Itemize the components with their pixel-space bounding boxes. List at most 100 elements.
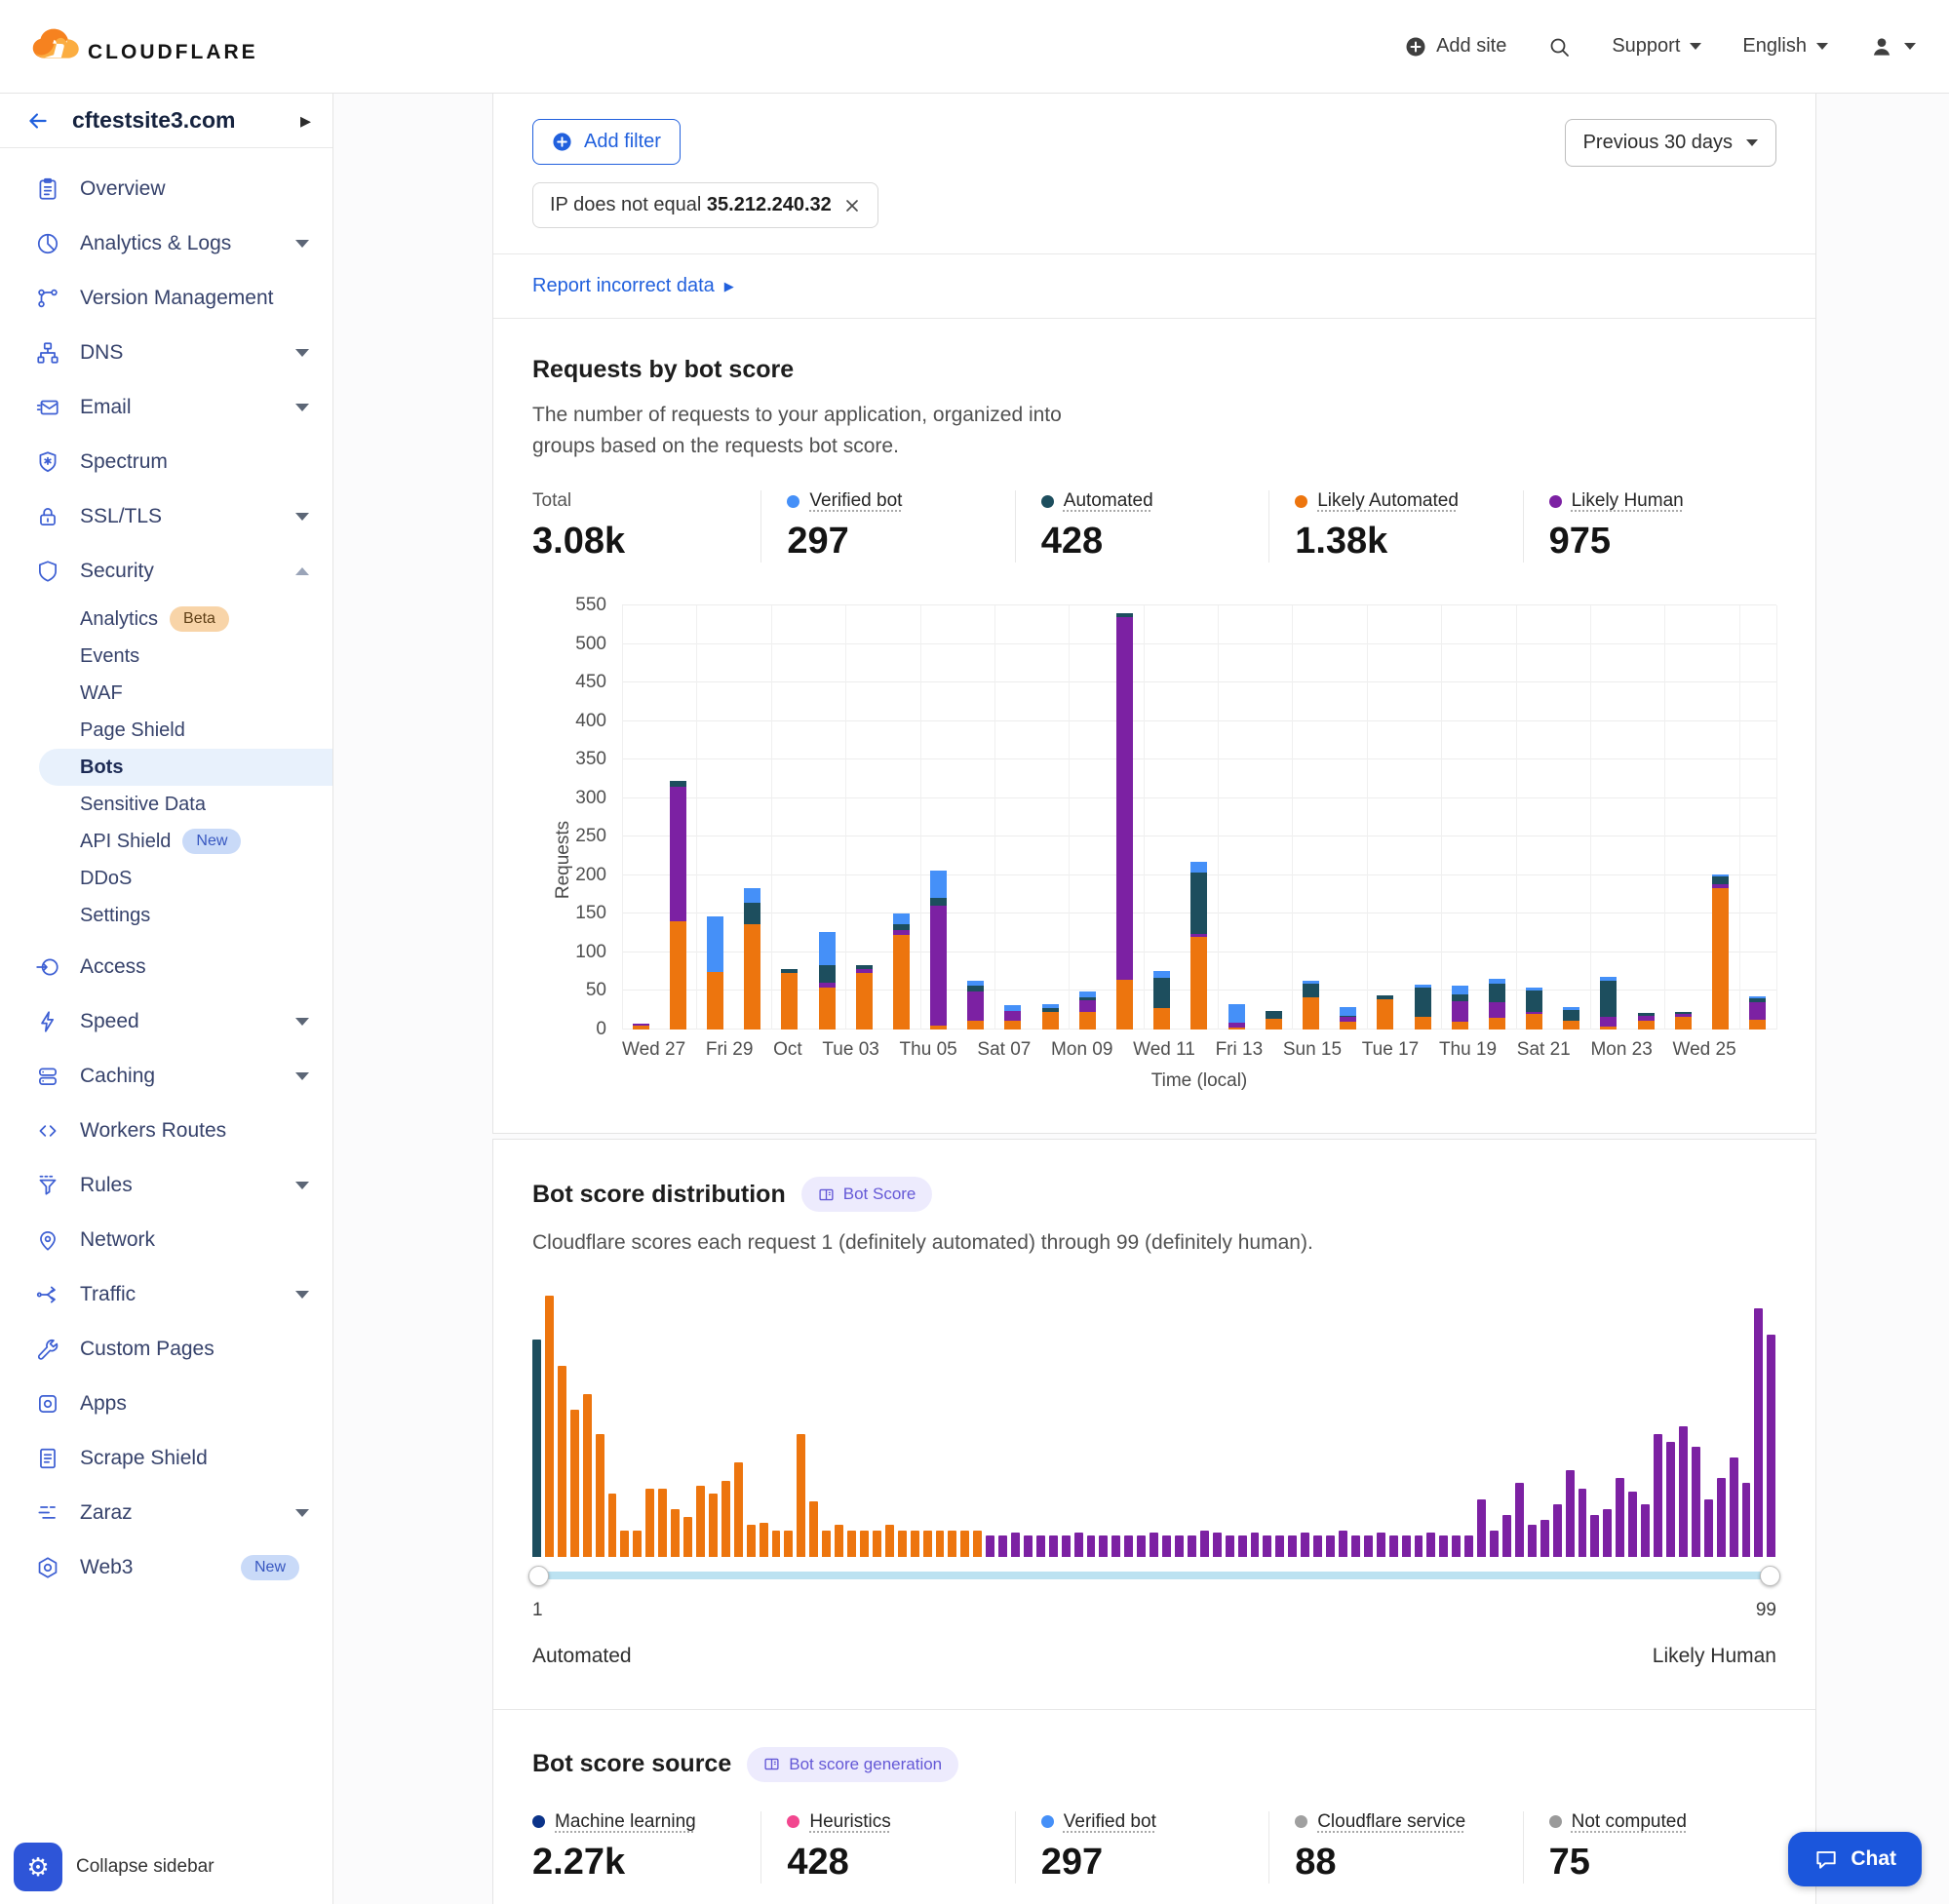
sidebar-item-page-shield[interactable]: Page Shield xyxy=(0,712,332,749)
sidebar-item-label: Speed xyxy=(80,1010,295,1033)
sidebar-item-version-management[interactable]: Version Management xyxy=(0,271,332,326)
stat-label[interactable]: Likely Automated xyxy=(1317,490,1459,512)
sidebar-item-analytics-logs[interactable]: Analytics & Logs xyxy=(0,216,332,271)
add-filter-button[interactable]: Add filter xyxy=(532,119,681,165)
bar-slot xyxy=(957,605,994,1030)
search-button[interactable] xyxy=(1547,35,1571,58)
hist-bar-likely-automated xyxy=(645,1489,654,1557)
sidebar-item-analytics[interactable]: AnalyticsBeta xyxy=(0,601,332,638)
x-tick-label: Wed 27 xyxy=(622,1039,685,1061)
slider-handle-min[interactable] xyxy=(528,1566,549,1586)
bot-score-badge[interactable]: Bot Score xyxy=(801,1177,933,1212)
sidebar-item-apps[interactable]: Apps xyxy=(0,1377,332,1431)
back-arrow-icon[interactable] xyxy=(25,108,51,134)
hist-bar-likely-automated xyxy=(923,1531,932,1557)
bot-score-generation-badge[interactable]: Bot score generation xyxy=(747,1747,958,1782)
stat-automated: Automated428 xyxy=(1015,490,1268,563)
stat-label[interactable]: Heuristics xyxy=(809,1811,890,1833)
stat-label[interactable]: Likely Human xyxy=(1572,490,1684,512)
sidebar-item-api-shield[interactable]: API ShieldNew xyxy=(0,823,332,860)
stat-label[interactable]: Cloudflare service xyxy=(1317,1811,1465,1833)
sidebar-item-caching[interactable]: Caching xyxy=(0,1049,332,1104)
sidebar-item-custom-pages[interactable]: Custom Pages xyxy=(0,1322,332,1377)
slider-track[interactable] xyxy=(532,1572,1776,1579)
x-tick-label: Mon 09 xyxy=(1051,1039,1112,1061)
cloudflare-logo[interactable]: CLOUDFLARE xyxy=(25,25,258,68)
sidebar-item-access[interactable]: Access xyxy=(0,940,332,994)
sidebar-item-web3[interactable]: Web3New xyxy=(0,1540,332,1595)
settings-gear-button[interactable]: ⚙ xyxy=(14,1843,62,1891)
hist-bar-likely-human xyxy=(1111,1535,1120,1556)
language-menu[interactable]: English xyxy=(1742,35,1828,58)
stat-label[interactable]: Not computed xyxy=(1572,1811,1687,1833)
x-tick-label: Fri 13 xyxy=(1216,1039,1264,1061)
hist-bar-automated xyxy=(532,1340,541,1556)
hist-bar-likely-human xyxy=(1704,1499,1713,1557)
bot-score-source-section: Bot score source Bot score generation Ma… xyxy=(493,1710,1815,1904)
site-selector[interactable]: cftestsite3.com ▸ xyxy=(0,94,332,148)
sidebar-item-events[interactable]: Events xyxy=(0,638,332,675)
chevron-down-icon xyxy=(295,1291,309,1299)
sidebar-item-label: Access xyxy=(80,955,309,979)
time-range-dropdown[interactable]: Previous 30 days xyxy=(1565,119,1776,167)
sidebar-item-workers-routes[interactable]: Workers Routes xyxy=(0,1104,332,1158)
stat-label[interactable]: Automated xyxy=(1064,490,1153,512)
sidebar-subitem-label: Bots xyxy=(80,757,123,779)
slider-handle-max[interactable] xyxy=(1760,1566,1780,1586)
stat-value: 297 xyxy=(787,521,1014,563)
sidebar-item-bots[interactable]: Bots xyxy=(39,749,332,786)
report-incorrect-data-link[interactable]: Report incorrect data ▶ xyxy=(532,275,734,297)
hist-bar-likely-automated xyxy=(558,1366,566,1557)
chat-button[interactable]: Chat xyxy=(1788,1832,1922,1886)
requests-by-bot-score-section: Requests by bot score The number of requ… xyxy=(493,319,1815,1133)
sidebar-item-traffic[interactable]: Traffic xyxy=(0,1267,332,1322)
chevron-down-icon xyxy=(1816,43,1828,50)
sidebar-item-label: Overview xyxy=(80,177,309,201)
sidebar-item-ddos[interactable]: DDoS xyxy=(0,860,332,897)
account-menu[interactable] xyxy=(1869,34,1916,59)
hist-bar-likely-human xyxy=(1200,1531,1209,1557)
support-menu[interactable]: Support xyxy=(1612,35,1701,58)
sidebar-item-zaraz[interactable]: Zaraz xyxy=(0,1486,332,1540)
bar-segment-likely-human xyxy=(1079,1000,1096,1012)
chevron-down-icon xyxy=(1690,43,1701,50)
hist-bar-likely-human xyxy=(1062,1535,1071,1556)
stat-label[interactable]: Verified bot xyxy=(1064,1811,1156,1833)
hist-bar-likely-automated xyxy=(608,1494,617,1556)
sidebar-item-ssl-tls[interactable]: SSL/TLS xyxy=(0,489,332,544)
hist-bar-likely-automated xyxy=(620,1531,629,1557)
stat-label[interactable]: Verified bot xyxy=(809,490,902,512)
sidebar-item-speed[interactable]: Speed xyxy=(0,994,332,1049)
sidebar-item-dns[interactable]: DNS xyxy=(0,326,332,380)
stat-machine-learning: Machine learning2.27k xyxy=(532,1811,760,1884)
sidebar-item-label: Apps xyxy=(80,1392,309,1416)
bar-segment-automated xyxy=(1266,1011,1282,1019)
sidebar-item-sensitive-data[interactable]: Sensitive Data xyxy=(0,786,332,823)
hist-bar-likely-human xyxy=(1011,1533,1020,1556)
bar-segment-automated xyxy=(1526,991,1542,1012)
sidebar-item-rules[interactable]: Rules xyxy=(0,1158,332,1213)
sidebar-subitem-label: WAF xyxy=(80,682,123,705)
collapse-sidebar-button[interactable]: Collapse sidebar xyxy=(76,1856,214,1878)
hist-bar-likely-human xyxy=(1477,1499,1486,1557)
section-title: Requests by bot score xyxy=(532,356,1776,384)
add-site-button[interactable]: Add site xyxy=(1405,35,1506,58)
sidebar-item-network[interactable]: Network xyxy=(0,1213,332,1267)
bar-slot xyxy=(1330,605,1367,1030)
caret-right-icon[interactable]: ▸ xyxy=(300,108,311,134)
remove-filter-button[interactable] xyxy=(843,197,861,214)
sidebar-item-waf[interactable]: WAF xyxy=(0,675,332,712)
user-icon xyxy=(1869,34,1894,59)
stat-label[interactable]: Machine learning xyxy=(555,1811,696,1833)
sidebar-item-spectrum[interactable]: Spectrum xyxy=(0,435,332,489)
sidebar-item-scrape-shield[interactable]: Scrape Shield xyxy=(0,1431,332,1486)
clipboard-icon xyxy=(35,176,60,202)
sidebar-item-email[interactable]: Email xyxy=(0,380,332,435)
bot-score-histogram xyxy=(532,1296,1776,1557)
sidebar-item-settings[interactable]: Settings xyxy=(0,897,332,934)
requests-plot-area: 050100150200250300350400450500550 xyxy=(622,605,1776,1030)
sidebar-item-overview[interactable]: Overview xyxy=(0,162,332,216)
sidebar-item-security[interactable]: Security xyxy=(0,544,332,599)
stacked-bar xyxy=(707,916,723,1030)
stacked-bar xyxy=(670,781,686,1030)
